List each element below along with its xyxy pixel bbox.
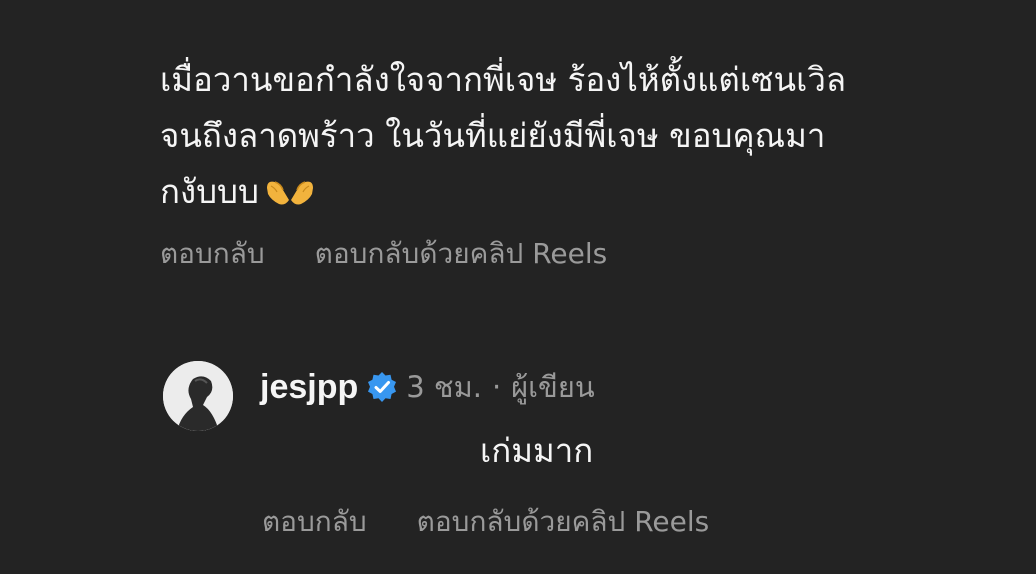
comment-line: จนถึงลาดพร้าว ในวันที่แย่ยังมีพี่เจษ ขอบ… [160, 116, 826, 155]
timestamp: 3 ชม. [406, 370, 482, 404]
profile-photo-icon [163, 361, 233, 431]
reply-header: jesjpp 3 ชม. · ผู้เขียน [260, 364, 595, 410]
comment-line: กงับบบ [160, 164, 1020, 220]
comment-actions: ตอบกลับ ตอบกลับด้วยคลิป Reels [160, 232, 607, 276]
comment-line-text: กงับบบ [160, 172, 259, 211]
comment-body: เมื่อวานขอกำลังใจจากพี่เจษ ร้องไห้ตั้งแต… [160, 52, 1020, 220]
reply-actions: ตอบกลับ ตอบกลับด้วยคลิป Reels [262, 500, 709, 544]
reply-button[interactable]: ตอบกลับ [160, 237, 265, 270]
reply-with-reels-button[interactable]: ตอบกลับด้วยคลิป Reels [417, 505, 710, 538]
verified-badge-icon [368, 372, 397, 402]
author-badge: ผู้เขียน [511, 370, 595, 404]
reply-button[interactable]: ตอบกลับ [262, 505, 367, 538]
username-link[interactable]: jesjpp [260, 368, 358, 407]
avatar[interactable] [163, 361, 233, 431]
reply-with-reels-button[interactable]: ตอบกลับด้วยคลิป Reels [315, 237, 608, 270]
reply-body: เก่มมาก [480, 431, 594, 470]
heart-hands-emoji-icon [266, 180, 313, 204]
meta-separator: · [491, 370, 502, 404]
comment-line: เมื่อวานขอกำลังใจจากพี่เจษ ร้องไห้ตั้งแต… [160, 60, 847, 99]
